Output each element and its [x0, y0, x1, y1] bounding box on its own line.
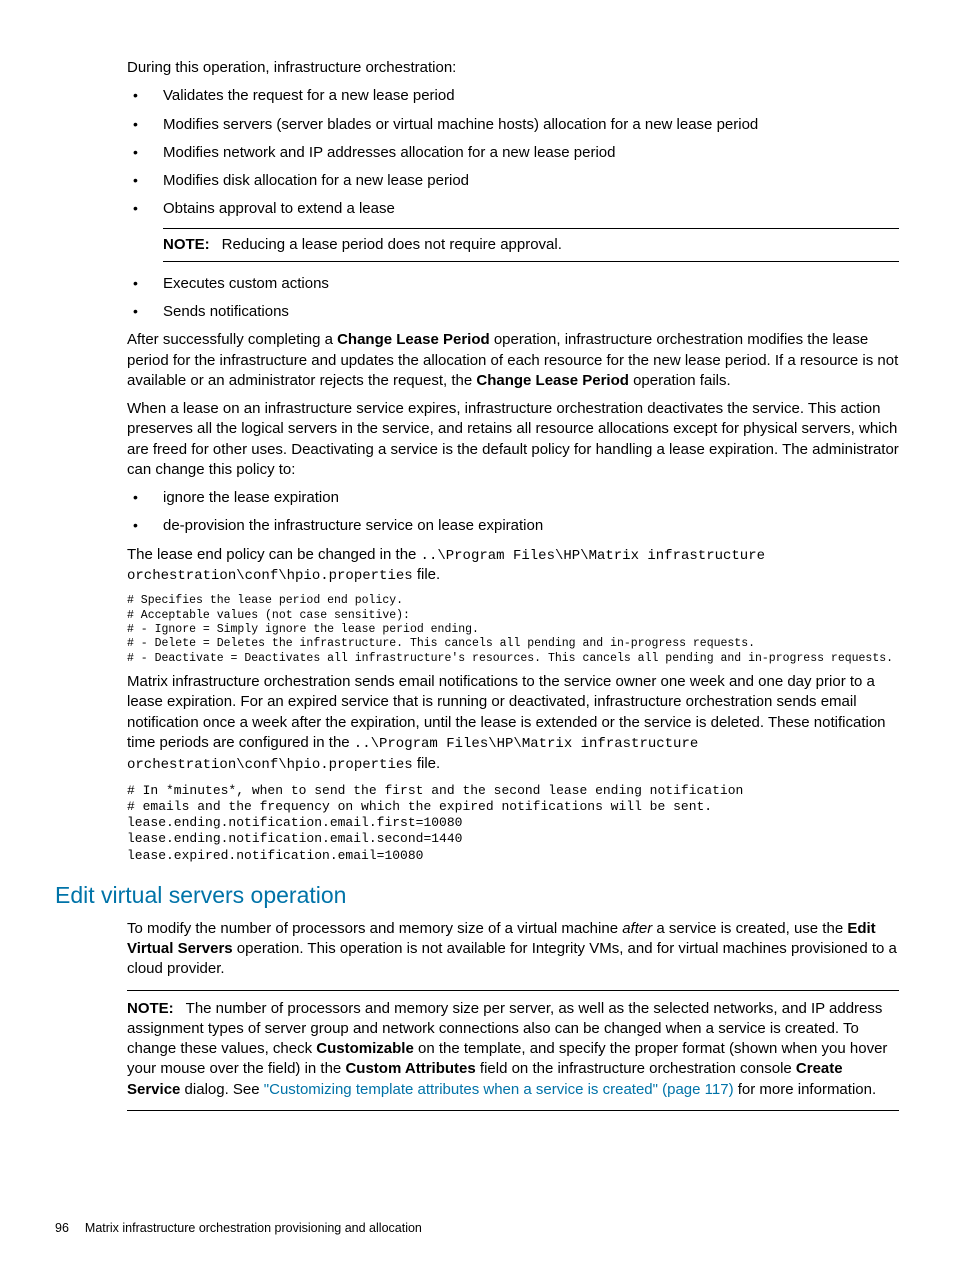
text-run: operation fails. — [629, 372, 731, 389]
list-item: Modifies disk allocation for a new lease… — [127, 171, 899, 191]
text-run: file. — [413, 566, 441, 583]
text-run: The lease end policy can be changed in t… — [127, 546, 421, 563]
text-italic: after — [622, 920, 652, 937]
policy-list: ignore the lease expiration de-provision… — [127, 488, 899, 537]
section-heading-edit-virtual-servers: Edit virtual servers operation — [55, 880, 899, 911]
note-label: NOTE: — [163, 236, 210, 253]
edit-virtual-paragraph: To modify the number of processors and m… — [127, 919, 899, 980]
note-reduce-lease: NOTE: Reducing a lease period does not re… — [163, 228, 899, 262]
footer-title: Matrix infrastructure orchestration prov… — [85, 1221, 422, 1235]
list-item: de-provision the infrastructure service … — [127, 516, 899, 536]
after-completion-paragraph: After successfully completing a Change L… — [127, 330, 899, 391]
list-item: Obtains approval to extend a lease — [127, 199, 899, 219]
text-run: field on the infrastructure orchestratio… — [476, 1060, 796, 1077]
text-bold: Change Lease Period — [476, 372, 629, 389]
page-footer: 96 Matrix infrastructure orchestration pr… — [55, 1220, 422, 1237]
lease-expire-paragraph: When a lease on an infrastructure servic… — [127, 399, 899, 480]
text-run: for more information. — [734, 1081, 877, 1098]
text-run: a service is created, use the — [652, 920, 847, 937]
text-run: operation. This operation is not availab… — [127, 940, 897, 977]
text-run: dialog. See — [180, 1081, 263, 1098]
list-item: Modifies network and IP addresses alloca… — [127, 143, 899, 163]
note-label: NOTE: — [127, 1000, 174, 1017]
policy-file-paragraph: The lease end policy can be changed in t… — [127, 545, 899, 587]
intro-paragraph: During this operation, infrastructure or… — [127, 58, 899, 78]
list-item: Sends notifications — [127, 302, 899, 322]
operation-list-1: Validates the request for a new lease pe… — [127, 86, 899, 219]
list-item: Validates the request for a new lease pe… — [127, 86, 899, 106]
email-notification-paragraph: Matrix infrastructure orchestration send… — [127, 672, 899, 775]
notification-code-block: # In *minutes*, when to send the first a… — [127, 783, 899, 864]
note-processors-memory: NOTE:The number of processors and memory… — [127, 990, 899, 1111]
text-bold: Custom Attributes — [345, 1060, 475, 1077]
list-item: Executes custom actions — [127, 274, 899, 294]
text-run: file. — [413, 755, 441, 772]
text-run: After successfully completing a — [127, 331, 337, 348]
policy-code-block: # Specifies the lease period end policy.… — [127, 594, 899, 666]
list-item: ignore the lease expiration — [127, 488, 899, 508]
text-bold: Change Lease Period — [337, 331, 490, 348]
list-item: Modifies servers (server blades or virtu… — [127, 115, 899, 135]
note-text: Reducing a lease period does not require… — [222, 236, 562, 253]
link-customizing-template[interactable]: "Customizing template attributes when a … — [264, 1081, 734, 1098]
operation-list-2: Executes custom actions Sends notificati… — [127, 274, 899, 323]
page-number: 96 — [55, 1221, 69, 1235]
text-bold: Customizable — [316, 1040, 414, 1057]
text-run: To modify the number of processors and m… — [127, 920, 622, 937]
